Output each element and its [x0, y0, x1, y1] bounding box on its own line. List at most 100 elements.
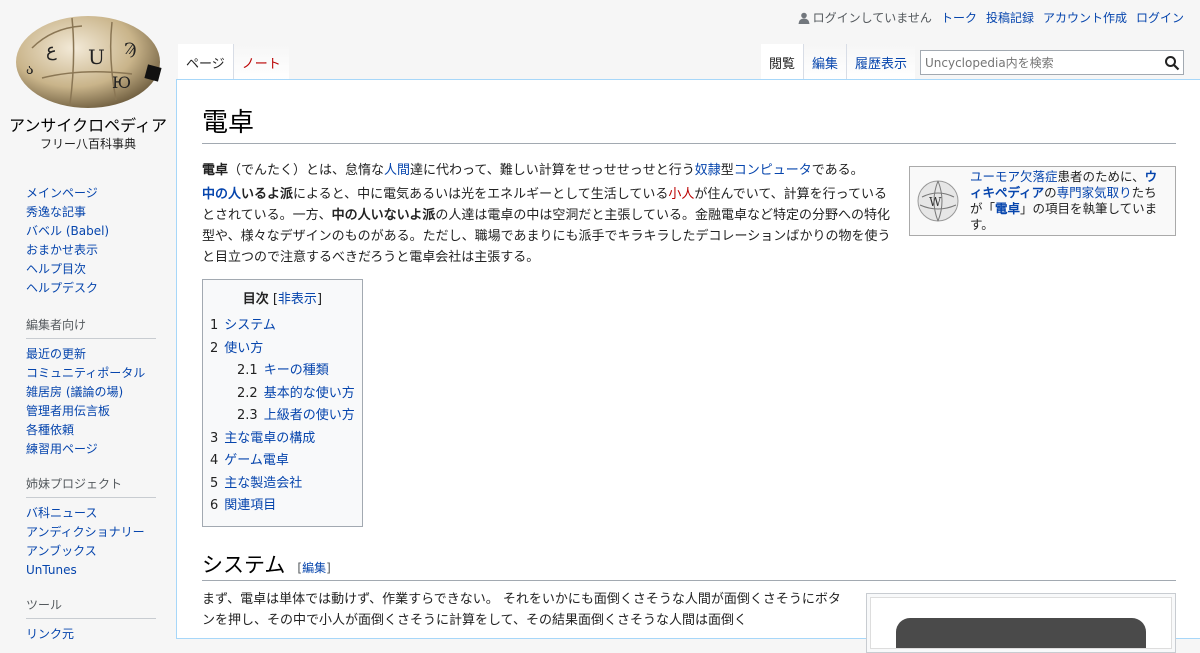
p2-bold-2: 中の人いないよ派	[331, 208, 436, 223]
toc-title-row: 目次 [非表示]	[210, 288, 355, 307]
table-of-contents: 目次 [非表示] 1 システム 2 使い方 2.1 キーの種類 2.2 基本的な使い方 2.3 上…	[202, 279, 363, 527]
humor-text-2: の	[1044, 185, 1057, 200]
sidebar-item-recent-changes[interactable]: 最近の更新	[26, 347, 86, 361]
toc-item[interactable]: 3 主な電卓の構成	[210, 428, 355, 451]
link-human[interactable]: 人間	[384, 163, 410, 178]
section-edit: [編集]	[297, 559, 330, 576]
toc-item-number: 6	[210, 498, 219, 513]
toc-item[interactable]: 2.3 上級者の使い方	[210, 405, 355, 428]
toc-item-link[interactable]: 基本的な使い方	[264, 386, 355, 401]
humor-link-experts[interactable]: 専門家気取り	[1057, 185, 1132, 200]
site-name: アンサイクロペディア	[9, 116, 167, 135]
toc-item-link[interactable]: ゲーム電卓	[224, 453, 289, 468]
link-kobito[interactable]: 小人	[668, 187, 694, 202]
contributions-link[interactable]: 投稿記録	[986, 9, 1034, 26]
p2-text-1: によると、中に電気あるいは光をエネルギーとして生活している	[293, 187, 669, 202]
section-title: システム	[202, 552, 286, 577]
section-edit-link[interactable]: 編集	[302, 561, 326, 575]
toc-item-number: 5	[210, 475, 219, 491]
toc-item[interactable]: 4 ゲーム電卓	[210, 450, 355, 473]
sidebar-item-featured[interactable]: 秀逸な記事	[26, 205, 86, 219]
site-logo[interactable]: ع U Ю ა Ϡ アンサイクロペディア フリー八百科事典	[0, 0, 176, 160]
user-icon	[798, 12, 810, 24]
sidebar-item-village-pump[interactable]: 雑居房 (議論の場)	[26, 385, 123, 399]
toc-item-link[interactable]: 主な電卓の構成	[224, 431, 315, 446]
sidebar-item-admin-board[interactable]: 管理者用伝言板	[26, 404, 110, 418]
tab-note[interactable]: ノート	[232, 44, 289, 80]
term-bold: 電卓	[202, 163, 229, 178]
search-input[interactable]	[921, 51, 1157, 74]
link-slave[interactable]: 奴隷	[695, 163, 721, 178]
article-body: W ユーモア欠落症患者のために、ウィキペディアの専門家気取りたちが「電卓」の項目…	[202, 160, 1176, 653]
link-naka-no-hito[interactable]: 中の人	[202, 187, 241, 202]
sidebar-item-dictionary[interactable]: アンディクショナリー	[26, 525, 145, 539]
sidebar-heading-sister: 姉妹プロジェクト	[26, 475, 156, 498]
toc-item[interactable]: 6 関連項目	[210, 495, 355, 518]
sidebar-item-requests[interactable]: 各種依頼	[26, 423, 74, 437]
toc-item-number: 2.2	[237, 385, 258, 401]
calculator-thumbnail[interactable]	[866, 592, 1176, 653]
sidebar-item-help[interactable]: ヘルプ目次	[26, 262, 86, 276]
site-tagline: フリー八百科事典	[39, 137, 136, 151]
toc-item-link[interactable]: 使い方	[224, 341, 263, 356]
sidebar-item-sandbox[interactable]: 練習用ページ	[26, 442, 98, 456]
svg-text:Ϡ: Ϡ	[124, 39, 137, 58]
section-heading-system: システム [編集]	[202, 549, 1176, 581]
login-link[interactable]: ログイン	[1136, 9, 1184, 26]
sidebar-navigation: メインページ 秀逸な記事 バベル (Babel) おまかせ表示 ヘルプ目次 ヘル…	[26, 180, 156, 298]
namespace-tabs: ページ ノート	[178, 44, 289, 80]
sidebar-item-babel[interactable]: バベル (Babel)	[26, 224, 109, 238]
sidebar-heading-editors: 編集者向け	[26, 316, 156, 339]
humor-notice-text: ユーモア欠落症患者のために、ウィキペディアの専門家気取りたちが「電卓」の項目を執…	[970, 169, 1169, 233]
humor-link-dentaku[interactable]: 電卓	[995, 201, 1020, 216]
puzzle-globe-icon: ع U Ю ა Ϡ	[16, 16, 162, 108]
sidebar-item-untunes[interactable]: UnTunes	[26, 563, 77, 577]
toc-item[interactable]: 2.1 キーの種類	[210, 360, 355, 383]
toc-item-number: 2.3	[237, 408, 258, 423]
toc-item-number: 1	[210, 318, 219, 333]
tab-page[interactable]: ページ	[178, 44, 233, 80]
toc-item-link[interactable]: システム	[224, 318, 276, 333]
sidebar-item-community[interactable]: コミュニティポータル	[26, 366, 145, 380]
toc-item[interactable]: 1 システム	[210, 315, 355, 338]
svg-text:ა: ა	[26, 62, 34, 78]
toc-item-number: 2.1	[237, 363, 258, 378]
link-computer[interactable]: コンピュータ	[734, 163, 812, 178]
toc-item-link[interactable]: 上級者の使い方	[264, 408, 355, 423]
toc-item-link[interactable]: 主な製造会社	[224, 476, 302, 491]
sidebar-heading-tools: ツール	[26, 596, 156, 619]
tab-edit[interactable]: 編集	[803, 44, 847, 80]
humor-text-1: 患者のために、	[1057, 169, 1145, 184]
talk-link[interactable]: トーク	[941, 9, 977, 26]
sidebar-item-random[interactable]: おまかせ表示	[26, 243, 98, 257]
toc-item[interactable]: 2 使い方	[210, 338, 355, 361]
toc-item-link[interactable]: キーの種類	[264, 363, 329, 378]
toc-item-link[interactable]: 関連項目	[224, 498, 276, 513]
sidebar-sister: 姉妹プロジェクト バ科ニュース アンディクショナリー アンブックス UnTune…	[26, 475, 156, 580]
svg-text:ع: ع	[46, 40, 57, 61]
sidebar-item-whatlinkshere[interactable]: リンク元	[26, 627, 74, 641]
sidebar-item-main-page[interactable]: メインページ	[26, 186, 98, 200]
sidebar-item-books[interactable]: アンブックス	[26, 544, 97, 558]
sidebar-tools: ツール リンク元	[26, 596, 156, 644]
anon-status: ログインしていません	[798, 9, 932, 26]
tab-read[interactable]: 閲覧	[761, 44, 804, 80]
sidebar-item-news[interactable]: バ科ニュース	[26, 506, 97, 520]
p1-text-1: （でんたく）とは、怠惰な	[228, 163, 385, 178]
toc-item-number: 2	[210, 340, 219, 356]
toc-item-number: 4	[210, 453, 219, 468]
sidebar-editors: 編集者向け 最近の更新 コミュニティポータル 雑居房 (議論の場) 管理者用伝言…	[26, 316, 156, 459]
toc-list: 1 システム 2 使い方 2.1 キーの種類 2.2 基本的な使い方 2.3 上級者の使い方 3 主な…	[210, 315, 355, 518]
toc-item-number: 3	[210, 430, 219, 446]
humor-link-deficiency[interactable]: ユーモア欠落症	[970, 169, 1058, 184]
toc-hide-toggle[interactable]: 非表示	[278, 292, 317, 307]
create-account-link[interactable]: アカウント作成	[1043, 9, 1127, 26]
toc-item[interactable]: 5 主な製造会社	[210, 473, 355, 496]
search-icon[interactable]	[1164, 55, 1180, 71]
tab-history[interactable]: 履歴表示	[846, 44, 916, 80]
search-box	[920, 50, 1184, 75]
sidebar-item-helpdesk[interactable]: ヘルプデスク	[26, 281, 98, 295]
svg-text:U: U	[88, 45, 105, 69]
toc-bracket-close: ]	[316, 292, 323, 307]
toc-item[interactable]: 2.2 基本的な使い方	[210, 383, 355, 406]
